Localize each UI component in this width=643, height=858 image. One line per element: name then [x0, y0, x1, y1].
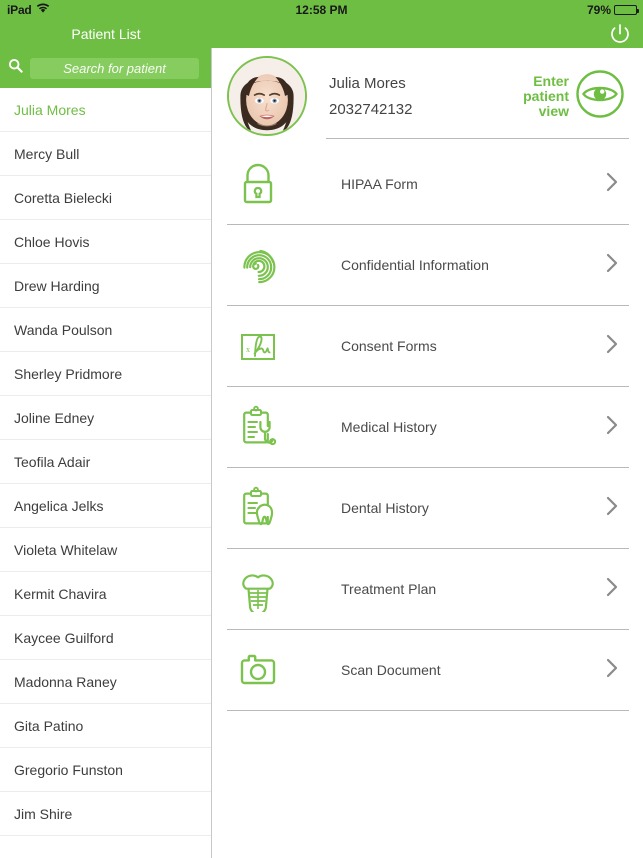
- patient-detail-panel: Julia Mores 2032742132 Enter patient vie…: [213, 48, 643, 858]
- battery-icon: [614, 5, 639, 15]
- camera-icon: [227, 647, 289, 693]
- patient-list-item[interactable]: Sherley Pridmore: [0, 352, 211, 396]
- patient-list-item-label: Julia Mores: [14, 101, 86, 118]
- menu-item-hipaa-form[interactable]: HIPAA Form: [227, 144, 629, 225]
- status-bar: iPad 12:58 PM 79%: [0, 0, 643, 20]
- enter-patient-view-label: Enter patient view: [523, 72, 569, 119]
- search-bar: [0, 48, 211, 88]
- top-bar: Patient List: [0, 20, 643, 48]
- patient-list-item[interactable]: Madonna Raney: [0, 660, 211, 704]
- patient-list-item[interactable]: Wanda Poulson: [0, 308, 211, 352]
- clock: 12:58 PM: [295, 3, 348, 17]
- sidebar: Julia Mores Mercy Bull Coretta Bielecki Chl…: [0, 48, 212, 858]
- patient-list-item-label: Kermit Chavira: [14, 585, 107, 602]
- menu-item-label: Dental History: [341, 500, 429, 516]
- patient-list-item[interactable]: Chloe Hovis: [0, 220, 211, 264]
- chevron-right-icon: [605, 657, 629, 684]
- eye-icon: [575, 69, 625, 124]
- menu-item-label: Scan Document: [341, 662, 441, 678]
- enter-patient-view-button[interactable]: Enter patient view: [523, 69, 625, 124]
- patient-list-item-label: Madonna Raney: [14, 673, 117, 690]
- battery-percentage: 79%: [586, 3, 611, 17]
- signature-icon: [227, 323, 289, 369]
- status-bar-right: 79%: [586, 0, 639, 20]
- patient-list-item[interactable]: Violeta Whitelaw: [0, 528, 211, 572]
- avatar: [227, 56, 307, 136]
- patient-info: Julia Mores 2032742132: [329, 75, 523, 118]
- patient-list-item[interactable]: Coretta Bielecki: [0, 176, 211, 220]
- patient-list-item-label: Gita Patino: [14, 717, 84, 734]
- patient-list-item-label: Kaycee Guilford: [14, 629, 114, 646]
- patient-list-item-label: Wanda Poulson: [14, 321, 113, 338]
- menu-item-label: HIPAA Form: [341, 176, 418, 192]
- patient-list-item-label: Joline Edney: [14, 409, 95, 426]
- header-divider: [326, 138, 629, 139]
- patient-list-item-label: Angelica Jelks: [14, 497, 104, 514]
- patient-list-item[interactable]: Angelica Jelks: [0, 484, 211, 528]
- power-icon[interactable]: [607, 21, 633, 47]
- dental-implant-icon: [227, 566, 289, 612]
- patient-list-item-label: Chloe Hovis: [14, 233, 90, 250]
- patient-list-item-label: Violeta Whitelaw: [14, 541, 118, 558]
- chevron-right-icon: [605, 171, 629, 198]
- patient-list-item[interactable]: Drew Harding: [0, 264, 211, 308]
- patient-list-item[interactable]: Gita Patino: [0, 704, 211, 748]
- clipboard-tooth-icon: [227, 485, 289, 531]
- patient-list-item[interactable]: Kaycee Guilford: [0, 616, 211, 660]
- menu-item-label: Consent Forms: [341, 338, 437, 354]
- search-input[interactable]: [30, 60, 199, 76]
- patient-list-item-label: Coretta Bielecki: [14, 189, 113, 206]
- menu-item-label: Treatment Plan: [341, 581, 437, 597]
- patient-list-item[interactable]: Gregorio Funston: [0, 748, 211, 792]
- search-field-wrapper: [30, 57, 199, 79]
- patient-list: Julia Mores Mercy Bull Coretta Bielecki Chl…: [0, 88, 211, 836]
- menu-item-treatment-plan[interactable]: Treatment Plan: [227, 549, 629, 630]
- patient-menu-list: HIPAA Form Confidential Information Consen…: [213, 144, 643, 711]
- search-icon: [8, 58, 23, 78]
- menu-item-label: Medical History: [341, 419, 437, 435]
- patient-list-item-label: Teofila Adair: [14, 453, 91, 470]
- lock-icon: [227, 161, 289, 207]
- patient-list-item[interactable]: Joline Edney: [0, 396, 211, 440]
- page-title: Patient List: [71, 26, 141, 42]
- menu-item-medical-history[interactable]: Medical History: [227, 387, 629, 468]
- patient-list-item-label: Drew Harding: [14, 277, 100, 294]
- patient-list-item-label: Mercy Bull: [14, 145, 80, 162]
- menu-item-consent-forms[interactable]: Consent Forms: [227, 306, 629, 387]
- chevron-right-icon: [605, 414, 629, 441]
- chevron-right-icon: [605, 495, 629, 522]
- patient-list-item[interactable]: Jim Shire: [0, 792, 211, 836]
- chevron-right-icon: [605, 576, 629, 603]
- patient-list-item[interactable]: Teofila Adair: [0, 440, 211, 484]
- chevron-right-icon: [605, 333, 629, 360]
- patient-header: Julia Mores 2032742132 Enter patient vie…: [213, 48, 643, 144]
- patient-list-item[interactable]: Kermit Chavira: [0, 572, 211, 616]
- patient-list-item-label: Jim Shire: [14, 805, 73, 822]
- clipboard-stethoscope-icon: [227, 404, 289, 450]
- patient-list-item-label: Gregorio Funston: [14, 761, 123, 778]
- menu-item-dental-history[interactable]: Dental History: [227, 468, 629, 549]
- menu-item-scan-document[interactable]: Scan Document: [227, 630, 629, 711]
- patient-list-item[interactable]: Julia Mores: [0, 88, 211, 132]
- app-root: iPad 12:58 PM 79% Patient List Search fo…: [0, 0, 643, 858]
- patient-name: Julia Mores: [329, 74, 406, 92]
- menu-item-confidential-information[interactable]: Confidential Information: [227, 225, 629, 306]
- patient-list-item[interactable]: Mercy Bull: [0, 132, 211, 176]
- chevron-right-icon: [605, 252, 629, 279]
- menu-item-label: Confidential Information: [341, 257, 489, 273]
- fingerprint-icon: [227, 242, 289, 288]
- patient-id: 2032742132: [329, 100, 413, 118]
- patient-list-item-label: Sherley Pridmore: [14, 365, 123, 382]
